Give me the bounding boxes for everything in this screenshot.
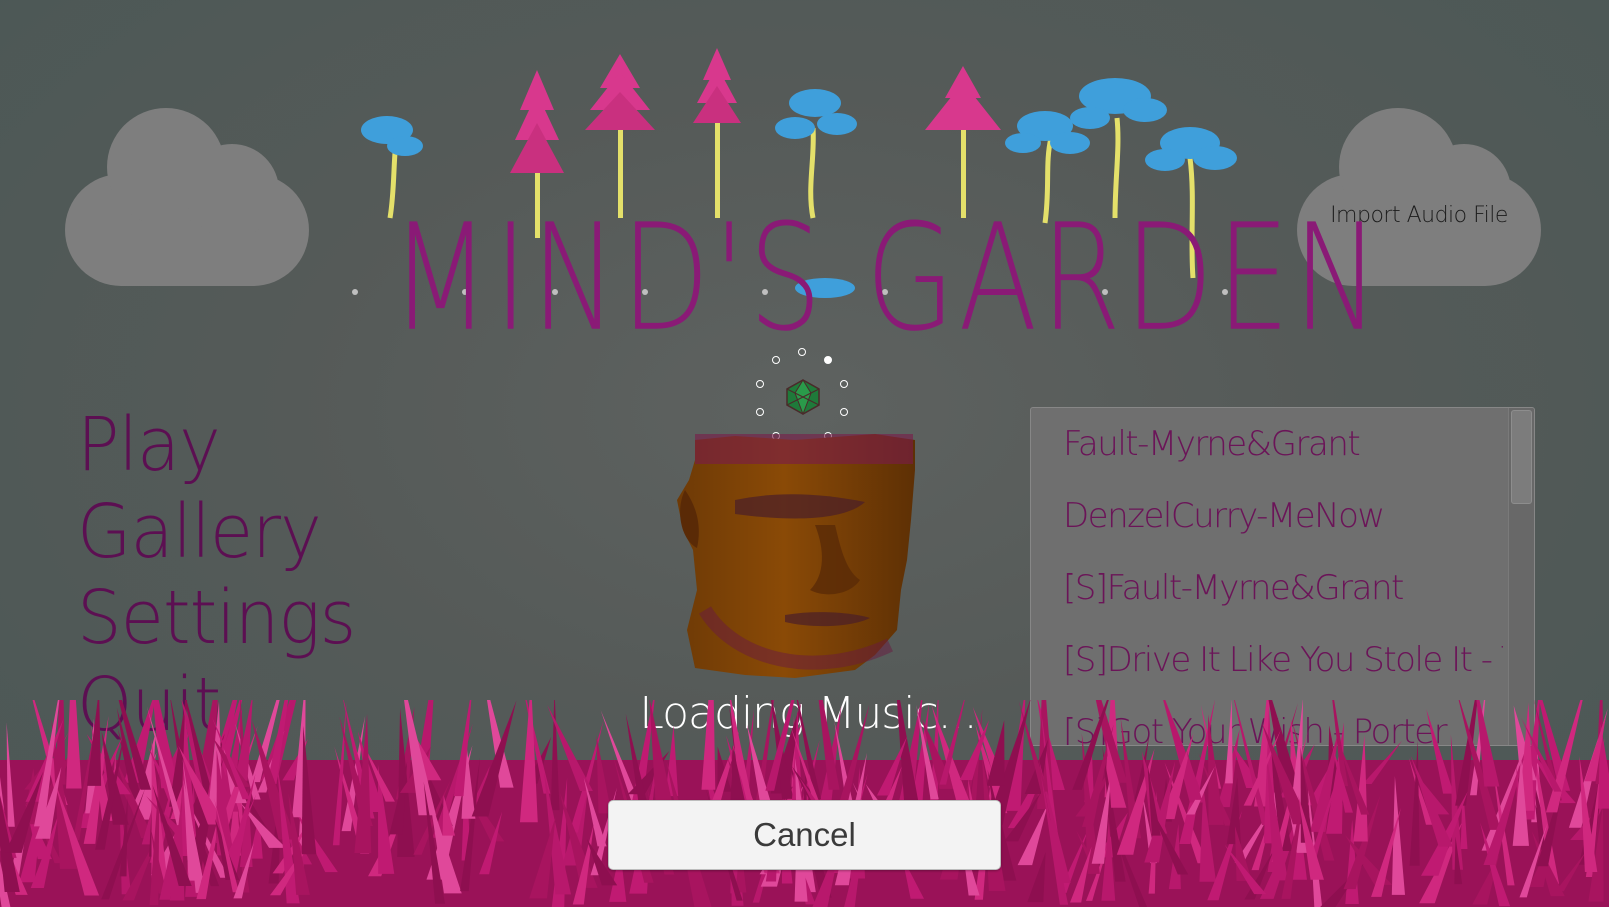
menu-play[interactable]: Play (77, 405, 221, 485)
game-logo: MIND'S GARDEN (345, 48, 1379, 364)
song-item[interactable]: DenzelCurry-MeNow (1063, 480, 1503, 552)
logo-title: MIND'S GARDEN (390, 193, 1383, 365)
song-item[interactable]: [S]Fault-Myrne&Grant (1063, 552, 1503, 624)
song-item[interactable]: [S]Drive It Like You Stole It - The (1063, 624, 1503, 696)
song-item[interactable]: Fault-Myrne&Grant (1063, 408, 1503, 480)
cloud-decoration-left (65, 108, 309, 286)
cancel-button[interactable]: Cancel (608, 800, 1001, 870)
menu-settings[interactable]: Settings (77, 578, 356, 658)
song-list[interactable]: Fault-Myrne&Grant DenzelCurry-MeNow [S]F… (1030, 407, 1535, 746)
menu-gallery[interactable]: Gallery (77, 492, 322, 572)
song-list-scroll-thumb[interactable] (1511, 410, 1532, 504)
green-gem-icon (786, 379, 820, 415)
head-sculpture-image (677, 434, 915, 678)
song-list-scrollbar[interactable] (1508, 408, 1534, 745)
